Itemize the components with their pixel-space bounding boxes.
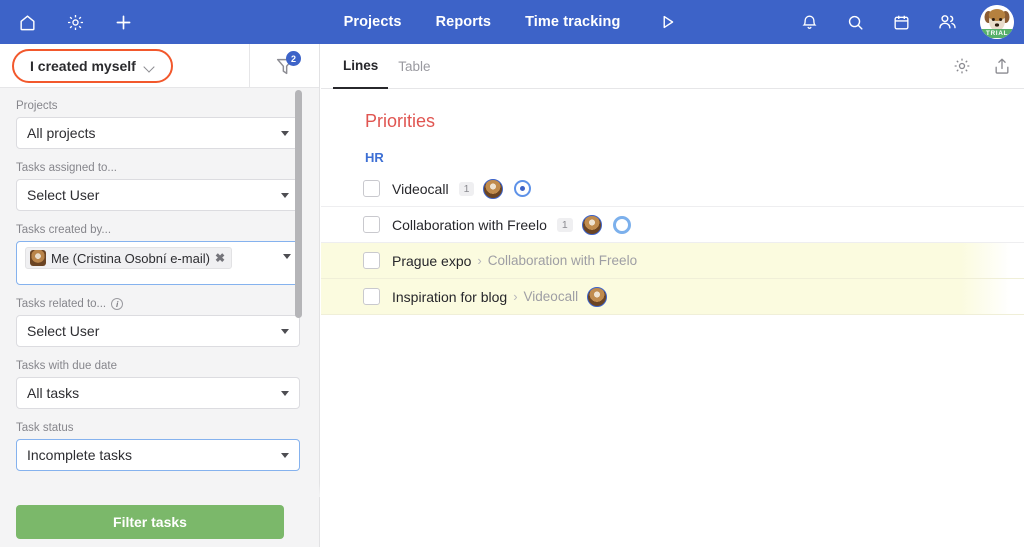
play-icon[interactable] xyxy=(654,9,680,35)
filters-form: Projects All projects Tasks assigned to.… xyxy=(0,88,320,547)
caret-down-icon xyxy=(281,453,289,458)
task-status-select[interactable]: Incomplete tasks xyxy=(16,439,300,471)
created-by-multiselect[interactable]: Me (Cristina Osobní e-mail) ✖ xyxy=(16,241,300,285)
caret-down-icon xyxy=(281,193,289,198)
caret-down-icon xyxy=(283,254,291,259)
task-assignee-avatar[interactable] xyxy=(483,179,503,199)
filter-tasks-button[interactable]: Filter tasks xyxy=(16,505,284,539)
related-to-select[interactable]: Select User xyxy=(16,315,300,347)
task-state-icon[interactable] xyxy=(613,216,631,234)
task-state-icon[interactable] xyxy=(514,180,531,197)
task-group-label: HR xyxy=(321,132,1024,171)
filters-sidebar: I created myself 2 Projects All projects… xyxy=(0,44,320,547)
filter-toggle-button[interactable]: 2 xyxy=(249,44,319,88)
topbar-left-icons xyxy=(0,9,136,35)
search-icon[interactable] xyxy=(842,9,868,35)
task-name[interactable]: Prague expo xyxy=(392,253,471,269)
people-icon[interactable] xyxy=(934,9,960,35)
filter-count-badge: 2 xyxy=(286,51,301,66)
plus-icon[interactable] xyxy=(110,9,136,35)
caret-down-icon xyxy=(281,329,289,334)
nav-link-projects[interactable]: Projects xyxy=(344,14,402,30)
sidebar-header: I created myself 2 xyxy=(0,44,319,88)
task-name[interactable]: Collaboration with Freelo xyxy=(392,217,547,233)
due-date-select-value: All tasks xyxy=(27,385,79,401)
field-projects: Projects All projects xyxy=(16,100,300,149)
field-created-by: Tasks created by... Me (Cristina Osobní … xyxy=(16,224,300,285)
page-title: Priorities xyxy=(321,89,1024,132)
task-name[interactable]: Inspiration for blog xyxy=(392,289,507,305)
table-row[interactable]: Collaboration with Freelo 1 xyxy=(321,207,1024,243)
info-icon[interactable]: i xyxy=(111,298,123,310)
task-status-select-value: Incomplete tasks xyxy=(27,447,132,463)
tab-actions xyxy=(952,56,1012,76)
tab-table[interactable]: Table xyxy=(388,44,440,89)
task-count-badge: 1 xyxy=(459,182,475,196)
field-label-assigned-to: Tasks assigned to... xyxy=(16,162,300,174)
trial-badge: TRIAL xyxy=(980,29,1014,38)
sidebar-scrollbar[interactable] xyxy=(295,90,302,362)
task-count-badge: 1 xyxy=(557,218,573,232)
avatar[interactable]: TRIAL xyxy=(980,5,1014,39)
chip-avatar-icon xyxy=(30,250,46,266)
table-row[interactable]: Prague expo › Collaboration with Freelo xyxy=(321,243,1024,279)
gear-icon[interactable] xyxy=(62,9,88,35)
sidebar-scrollbar-thumb[interactable] xyxy=(295,90,302,318)
export-upload-icon[interactable] xyxy=(992,56,1012,76)
field-due-date: Tasks with due date All tasks xyxy=(16,360,300,409)
topbar-nav-links: Projects Reports Time tracking xyxy=(344,9,681,35)
task-parent-name[interactable]: Videocall xyxy=(524,289,579,304)
chevron-down-icon xyxy=(145,63,155,69)
breadcrumb-separator-icon: › xyxy=(513,289,517,304)
task-checkbox[interactable] xyxy=(363,180,380,197)
topbar-right-icons: TRIAL xyxy=(796,5,1014,39)
settings-gear-icon[interactable] xyxy=(952,56,972,76)
chip-remove-icon[interactable]: ✖ xyxy=(215,251,225,265)
bell-icon[interactable] xyxy=(796,9,822,35)
field-label-related-to-text: Tasks related to... xyxy=(16,298,106,310)
table-row[interactable]: Inspiration for blog › Videocall xyxy=(321,279,1024,315)
field-label-due-date: Tasks with due date xyxy=(16,360,300,372)
view-select-label: I created myself xyxy=(30,58,136,74)
task-name[interactable]: Videocall xyxy=(392,181,449,197)
field-assigned-to: Tasks assigned to... Select User xyxy=(16,162,300,211)
task-parent-name[interactable]: Collaboration with Freelo xyxy=(488,253,637,268)
projects-select[interactable]: All projects xyxy=(16,117,300,149)
chip-label: Me (Cristina Osobní e-mail) xyxy=(51,251,210,266)
task-assignee-avatar[interactable] xyxy=(587,287,607,307)
field-label-task-status: Task status xyxy=(16,422,300,434)
related-to-select-value: Select User xyxy=(27,323,99,339)
field-related-to: Tasks related to... i Select User xyxy=(16,298,300,347)
caret-down-icon xyxy=(281,391,289,396)
nav-link-reports[interactable]: Reports xyxy=(436,14,492,30)
nav-link-time-tracking[interactable]: Time tracking xyxy=(525,14,620,30)
breadcrumb-separator-icon: › xyxy=(477,253,481,268)
task-checkbox[interactable] xyxy=(363,252,380,269)
view-tabs: Lines Table xyxy=(321,44,1024,89)
assigned-to-select-value: Select User xyxy=(27,187,99,203)
table-row[interactable]: Videocall 1 xyxy=(321,171,1024,207)
due-date-select[interactable]: All tasks xyxy=(16,377,300,409)
home-icon[interactable] xyxy=(14,9,40,35)
projects-select-value: All projects xyxy=(27,125,95,141)
task-assignee-avatar[interactable] xyxy=(582,215,602,235)
view-select-created-myself[interactable]: I created myself xyxy=(12,49,173,83)
created-by-chip[interactable]: Me (Cristina Osobní e-mail) ✖ xyxy=(25,247,232,269)
caret-down-icon xyxy=(281,131,289,136)
field-label-projects: Projects xyxy=(16,100,300,112)
assigned-to-select[interactable]: Select User xyxy=(16,179,300,211)
top-navigation-bar: Projects Reports Time tracking xyxy=(0,0,1024,44)
field-task-status: Task status Incomplete tasks xyxy=(16,422,300,471)
task-checkbox[interactable] xyxy=(363,216,380,233)
tab-lines[interactable]: Lines xyxy=(333,44,388,89)
task-checkbox[interactable] xyxy=(363,288,380,305)
calendar-icon[interactable] xyxy=(888,9,914,35)
main-content: Lines Table Priorities HR Videocall 1 xyxy=(321,44,1024,547)
field-label-created-by: Tasks created by... xyxy=(16,224,300,236)
field-label-related-to: Tasks related to... i xyxy=(16,298,300,310)
